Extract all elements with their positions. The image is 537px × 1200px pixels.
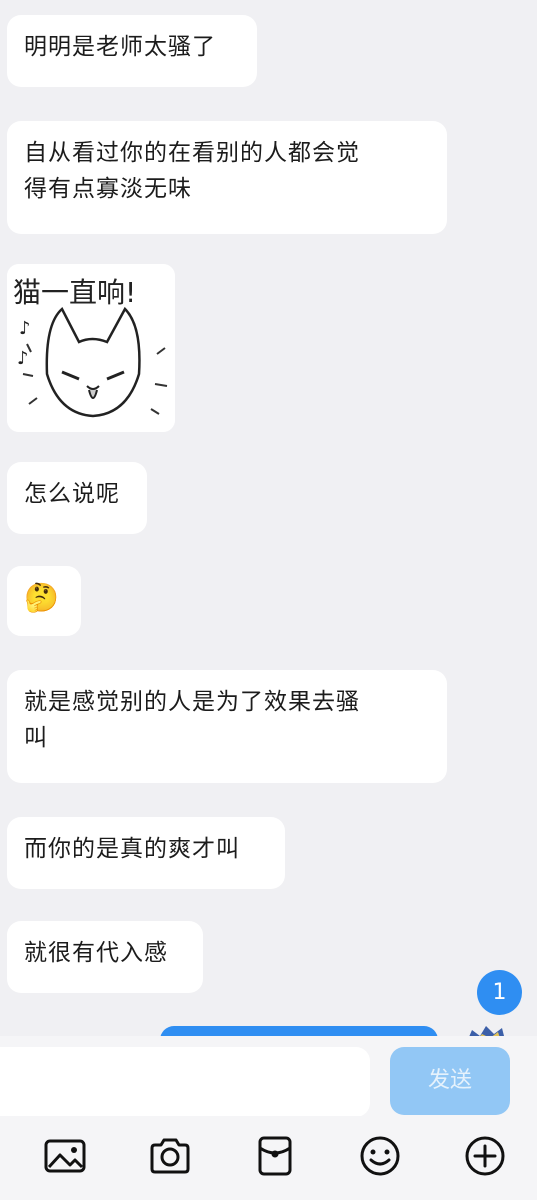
- message-bubble[interactable]: 而你的是真的爽才叫: [7, 817, 285, 889]
- chat-area[interactable]: 明明是老师太骚了 自从看过你的在看别的人都会觉 得有点寡淡无味 猫一直响! ♪ …: [0, 0, 537, 1046]
- svg-text:♪: ♪: [17, 348, 29, 369]
- unread-count: 1: [492, 980, 507, 1005]
- message-text: 怎么说呢: [24, 481, 120, 507]
- message-text: 就很有代入感: [24, 940, 168, 966]
- red-packet-icon[interactable]: [253, 1134, 297, 1178]
- message-bubble[interactable]: 就很有代入感: [7, 921, 203, 993]
- thinking-emoji: 🤔: [24, 581, 60, 614]
- camera-icon[interactable]: [148, 1134, 192, 1178]
- svg-text:♪: ♪: [19, 318, 31, 339]
- message-text: 而你的是真的爽才叫: [24, 836, 240, 862]
- send-button[interactable]: 发送: [390, 1047, 510, 1115]
- cat-sticker[interactable]: 猫一直响! ♪ ♪: [7, 264, 175, 432]
- message-text-line: 得有点寡淡无味: [24, 176, 192, 202]
- emoji-icon[interactable]: [358, 1134, 402, 1178]
- cat-sticker-drawing: 猫一直响! ♪ ♪: [7, 264, 175, 432]
- message-bubble[interactable]: 🤔: [7, 566, 81, 636]
- message-text-line: 叫: [24, 725, 48, 751]
- plus-icon[interactable]: [463, 1134, 507, 1178]
- message-text: 明明是老师太骚了: [24, 34, 216, 60]
- message-bubble[interactable]: 明明是老师太骚了: [7, 15, 257, 87]
- unread-count-badge[interactable]: 1: [477, 970, 522, 1015]
- message-input[interactable]: [0, 1047, 370, 1117]
- send-label: 发送: [427, 1068, 472, 1093]
- message-bubble[interactable]: 就是感觉别的人是为了效果去骚 叫: [7, 670, 447, 783]
- sticker-caption: 猫一直响!: [13, 276, 136, 309]
- image-icon[interactable]: [43, 1134, 87, 1178]
- message-bubble[interactable]: 自从看过你的在看别的人都会觉 得有点寡淡无味: [7, 121, 447, 234]
- message-bubble[interactable]: 怎么说呢: [7, 462, 147, 534]
- message-text-line: 就是感觉别的人是为了效果去骚: [24, 689, 360, 715]
- message-text-line: 自从看过你的在看别的人都会觉: [24, 140, 360, 166]
